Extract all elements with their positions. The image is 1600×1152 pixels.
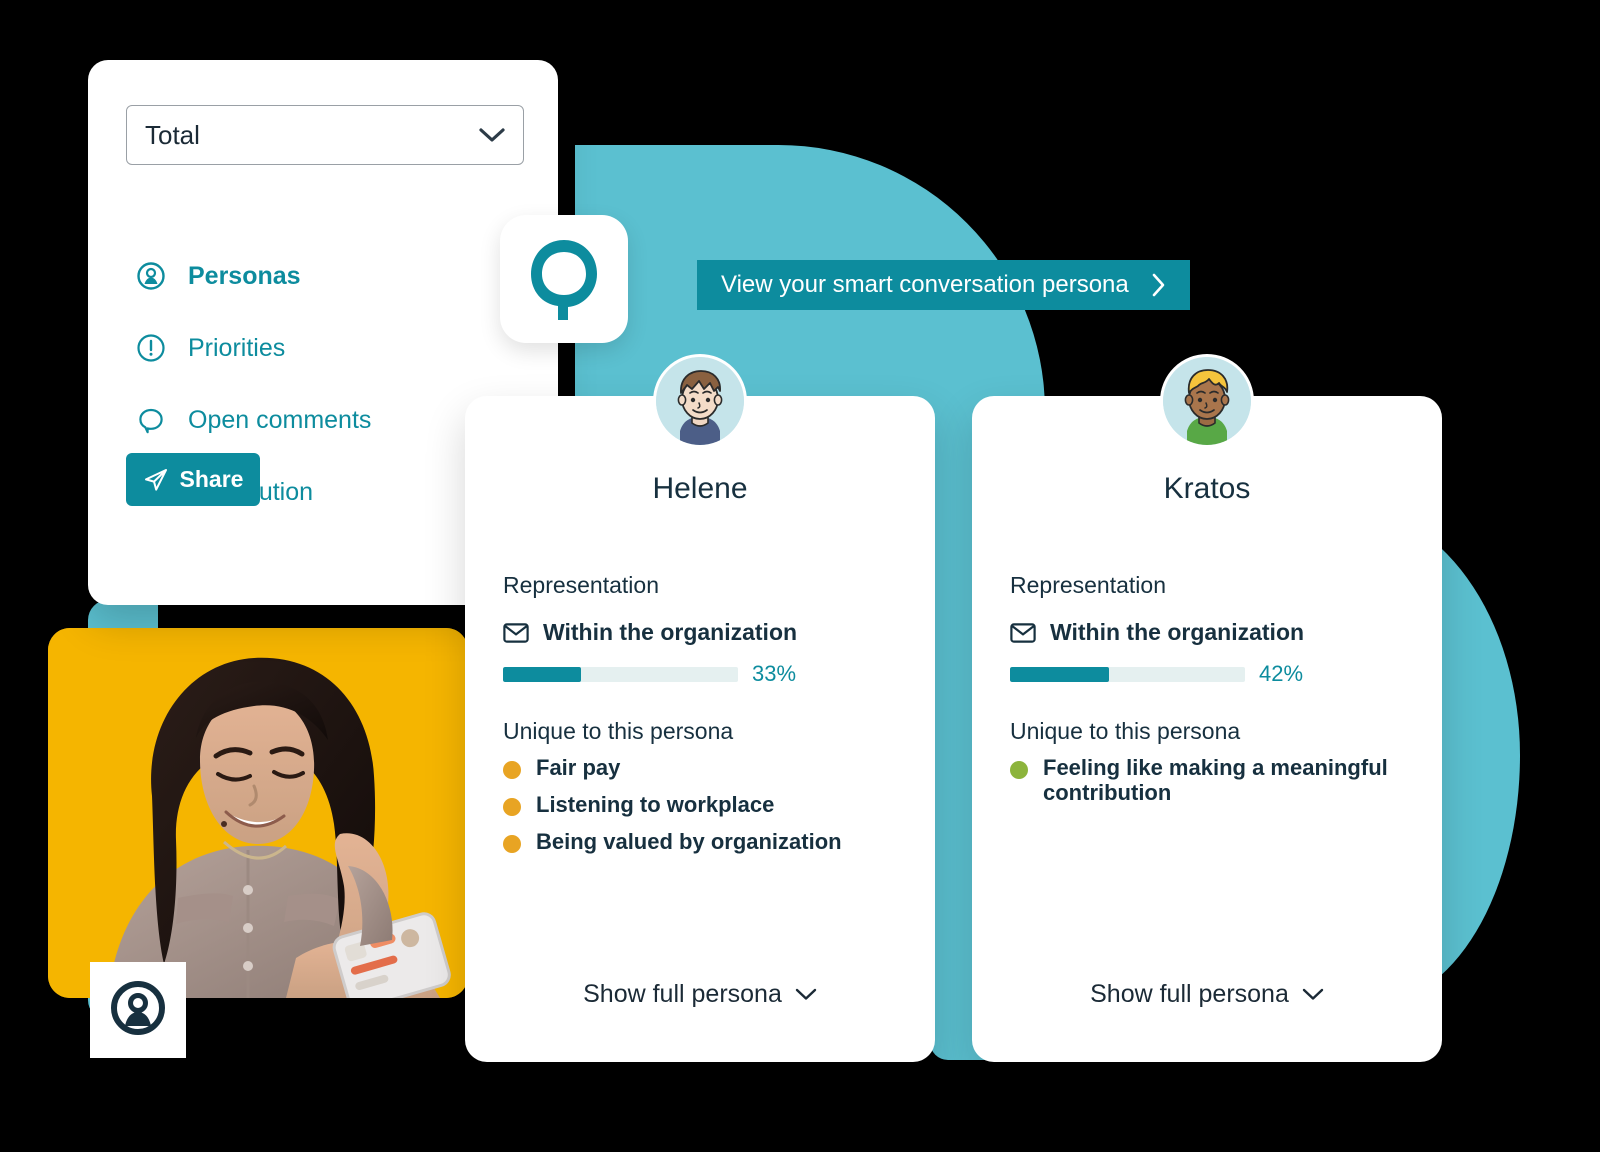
list-item-label: Feeling like making a meaningful contrib… [1043, 755, 1388, 805]
bullet-dot [503, 834, 521, 853]
product-logo-tile [500, 215, 628, 343]
avatar [653, 354, 747, 448]
representation-row: Within the organization [503, 619, 797, 646]
bullet-dot [503, 761, 521, 779]
brand-logo-badge [90, 962, 186, 1058]
persona-person-logo-icon [111, 981, 165, 1035]
unique-label: Unique to this persona [1010, 718, 1241, 744]
list-item-label: Listening to workplace [536, 791, 775, 817]
progress-fill [503, 666, 581, 682]
person-circle-icon [136, 261, 166, 291]
scope-select-value: Total [145, 119, 200, 150]
show-full-persona-button[interactable]: Show full persona [465, 979, 935, 1010]
view-smart-conversation-persona-button[interactable]: View your smart conversation persona [697, 260, 1190, 310]
paper-plane-icon [144, 468, 167, 491]
chevron-right-icon [1152, 273, 1165, 297]
woman-with-phone-photo [48, 628, 468, 998]
progress-percent: 42% [1259, 661, 1304, 686]
progress-percent: 33% [752, 661, 797, 686]
bullet-dot [1010, 761, 1028, 779]
show-full-persona-label: Show full persona [1090, 980, 1289, 1008]
sidebar-item-label: Personas [188, 261, 301, 290]
questback-q-logo-icon [531, 240, 597, 320]
representation-label: Representation [1010, 572, 1166, 598]
envelope-icon [1010, 622, 1036, 643]
unique-list: Feeling like making a meaningful contrib… [1010, 755, 1410, 818]
sidebar-item-personas[interactable]: Personas [88, 240, 558, 312]
representation-progress: 42% [1010, 661, 1303, 687]
chevron-down-icon [795, 988, 817, 1000]
exclamation-circle-icon [136, 333, 166, 363]
representation-progress: 33% [503, 661, 796, 687]
share-button[interactable]: Share [126, 453, 260, 506]
progress-fill [1010, 666, 1109, 682]
avatar [1160, 354, 1254, 448]
progress-track [1010, 666, 1245, 682]
representation-item: Within the organization [543, 619, 798, 645]
speech-bubble-icon [136, 405, 166, 435]
representation-row: Within the organization [1010, 619, 1304, 646]
list-item-label: Being valued by organization [536, 828, 842, 854]
share-button-label: Share [179, 466, 244, 492]
scope-select[interactable]: Total [126, 105, 524, 165]
avatar-blond-hair-icon [1163, 357, 1251, 445]
show-full-persona-label: Show full persona [583, 980, 782, 1008]
representation-label: Representation [503, 572, 659, 598]
list-item-label: Fair pay [536, 755, 621, 780]
chevron-down-icon [479, 127, 505, 142]
sidebar-item-label: Priorities [188, 333, 286, 362]
list-item: Fair pay [503, 755, 903, 781]
bullet-dot [503, 797, 521, 816]
chevron-down-icon [1302, 988, 1324, 1000]
avatar-brown-hair-icon [656, 357, 744, 445]
list-item: Listening to workplace [503, 791, 903, 818]
envelope-icon [503, 622, 529, 643]
cta-label: View your smart conversation persona [721, 271, 1129, 298]
persona-card: Kratos Representation Within the organiz… [972, 354, 1442, 1062]
progress-track [503, 666, 738, 682]
sidebar-item-label: Open comments [188, 405, 372, 434]
persona-name: Kratos [1163, 472, 1251, 505]
persona-name: Helene [652, 472, 748, 505]
sidebar-item-priorities[interactable]: Priorities [88, 312, 558, 384]
unique-label: Unique to this persona [503, 718, 734, 744]
hero-illustration: Total Personas Priorities Open comments … [0, 0, 1600, 1152]
representation-item: Within the organization [1050, 619, 1305, 645]
photo-card [48, 628, 468, 998]
show-full-persona-button[interactable]: Show full persona [972, 979, 1442, 1010]
unique-list: Fair pay Listening to workplace Being va… [503, 755, 903, 867]
list-item: Feeling like making a meaningful contrib… [1010, 755, 1410, 806]
persona-card: Helene Representation Within the organiz… [465, 354, 935, 1062]
list-item: Being valued by organization [503, 828, 903, 855]
